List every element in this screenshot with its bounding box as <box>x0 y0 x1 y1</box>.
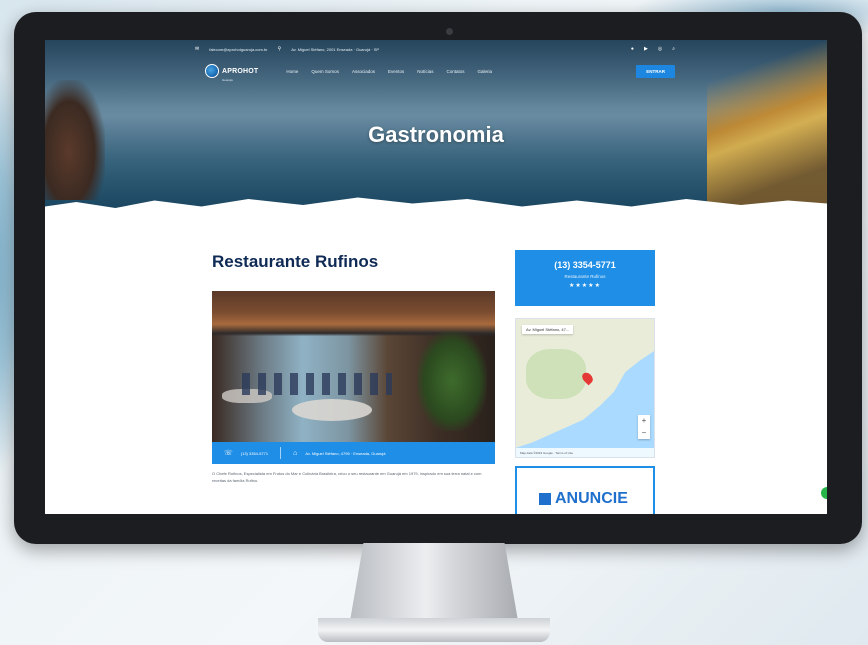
monitor-frame: ✉ falecom@aprohotguaruja.com.br ⚲ Av. Mi… <box>14 12 862 544</box>
facebook-icon[interactable]: ● <box>631 46 634 52</box>
hero-banner: ✉ falecom@aprohotguaruja.com.br ⚲ Av. Mi… <box>45 40 827 210</box>
camera-dot <box>446 28 453 35</box>
phone-icon: ☏ <box>224 450 233 457</box>
social-links: ● ▶ ◎ ⌕ <box>631 46 675 52</box>
contact-card: (13) 3354-5771 Restaurante Rufinos ★★★★★ <box>515 250 655 306</box>
map-marker-icon: ⌂ <box>293 449 298 457</box>
nav-item-eventos[interactable]: Eventos <box>388 69 404 74</box>
zoom-in-button[interactable]: + <box>638 415 650 427</box>
restaurant-description: O Chefe Rufinos, Especialista em Frutos … <box>212 471 482 483</box>
rating-stars: ★★★★★ <box>569 283 601 289</box>
logo-subtext: Guarujá <box>222 78 233 82</box>
photo-table-center <box>292 399 372 421</box>
main-navigation: APROHOT Guarujá Home Quem Somos Associad… <box>205 60 675 82</box>
top-info-bar: ✉ falecom@aprohotguaruja.com.br ⚲ Av. Mi… <box>195 44 675 54</box>
nav-item-galeria[interactable]: Galeria <box>478 69 493 74</box>
restaurant-info-bar: ☏ (13) 3354-5771 ⌂ Av. Miguel Stéfano, 4… <box>212 442 495 464</box>
instagram-icon[interactable]: ◎ <box>658 46 662 52</box>
nav-item-contatos[interactable]: Contatos <box>446 69 464 74</box>
nav-item-quem-somos[interactable]: Quem Somos <box>311 69 339 74</box>
contact-name: Restaurante Rufinos <box>564 274 606 279</box>
topbar-address: Av. Miguel Stéfano, 2001 Enseada · Guaru… <box>291 46 380 52</box>
photo-plants <box>417 331 487 431</box>
location-map[interactable]: Av. Miguel Stéfano, 47... + − Map data ©… <box>515 318 655 458</box>
nav-item-home[interactable]: Home <box>286 69 298 74</box>
chat-bubble-icon[interactable] <box>821 487 827 499</box>
search-icon[interactable]: ⌕ <box>672 46 675 52</box>
advertise-square-icon <box>539 493 551 505</box>
photo-chairs <box>242 373 392 395</box>
map-attribution[interactable]: Map data ©2019 Google · Terms of Use <box>516 448 654 457</box>
youtube-icon[interactable]: ▶ <box>644 46 648 52</box>
monitor-stand-base <box>318 618 550 642</box>
info-address: Av. Miguel Stéfano, 4795 · Enseada, Guar… <box>305 450 386 456</box>
nav-menu: Home Quem Somos Associados Eventos Notíc… <box>286 69 492 74</box>
restaurant-photo[interactable] <box>212 291 495 442</box>
logo-mark-icon <box>205 64 219 78</box>
contact-phone[interactable]: (13) 3354-5771 <box>515 260 655 270</box>
monitor-screen: ✉ falecom@aprohotguaruja.com.br ⚲ Av. Mi… <box>45 40 827 514</box>
logo-text: APROHOT <box>222 68 259 75</box>
mail-icon: ✉ <box>195 46 200 52</box>
advertise-banner[interactable]: ANUNCIE <box>515 466 655 514</box>
nav-item-associados[interactable]: Associados <box>352 69 375 74</box>
map-park-area <box>526 349 586 399</box>
nav-item-noticias[interactable]: Notícias <box>417 69 433 74</box>
map-zoom-controls: + − <box>638 415 650 439</box>
page-title: Gastronomia <box>368 122 504 147</box>
info-divider <box>280 447 282 459</box>
restaurant-heading: Restaurante Rufinos <box>212 252 379 271</box>
site-logo[interactable]: APROHOT Guarujá <box>205 60 258 82</box>
entrar-button[interactable]: ENTRAR <box>636 64 675 78</box>
map-address-tag[interactable]: Av. Miguel Stéfano, 47... <box>522 325 574 334</box>
location-icon: ⚲ <box>277 46 282 52</box>
advertise-label: ANUNCIE <box>555 490 628 507</box>
monitor-stand-neck <box>350 543 518 621</box>
zoom-out-button[interactable]: − <box>638 427 650 439</box>
topbar-email[interactable]: falecom@aprohotguaruja.com.br <box>209 47 267 52</box>
advertise-label-wrap: ANUNCIE <box>539 490 628 508</box>
info-phone[interactable]: (13) 3354-5771 <box>241 451 268 456</box>
